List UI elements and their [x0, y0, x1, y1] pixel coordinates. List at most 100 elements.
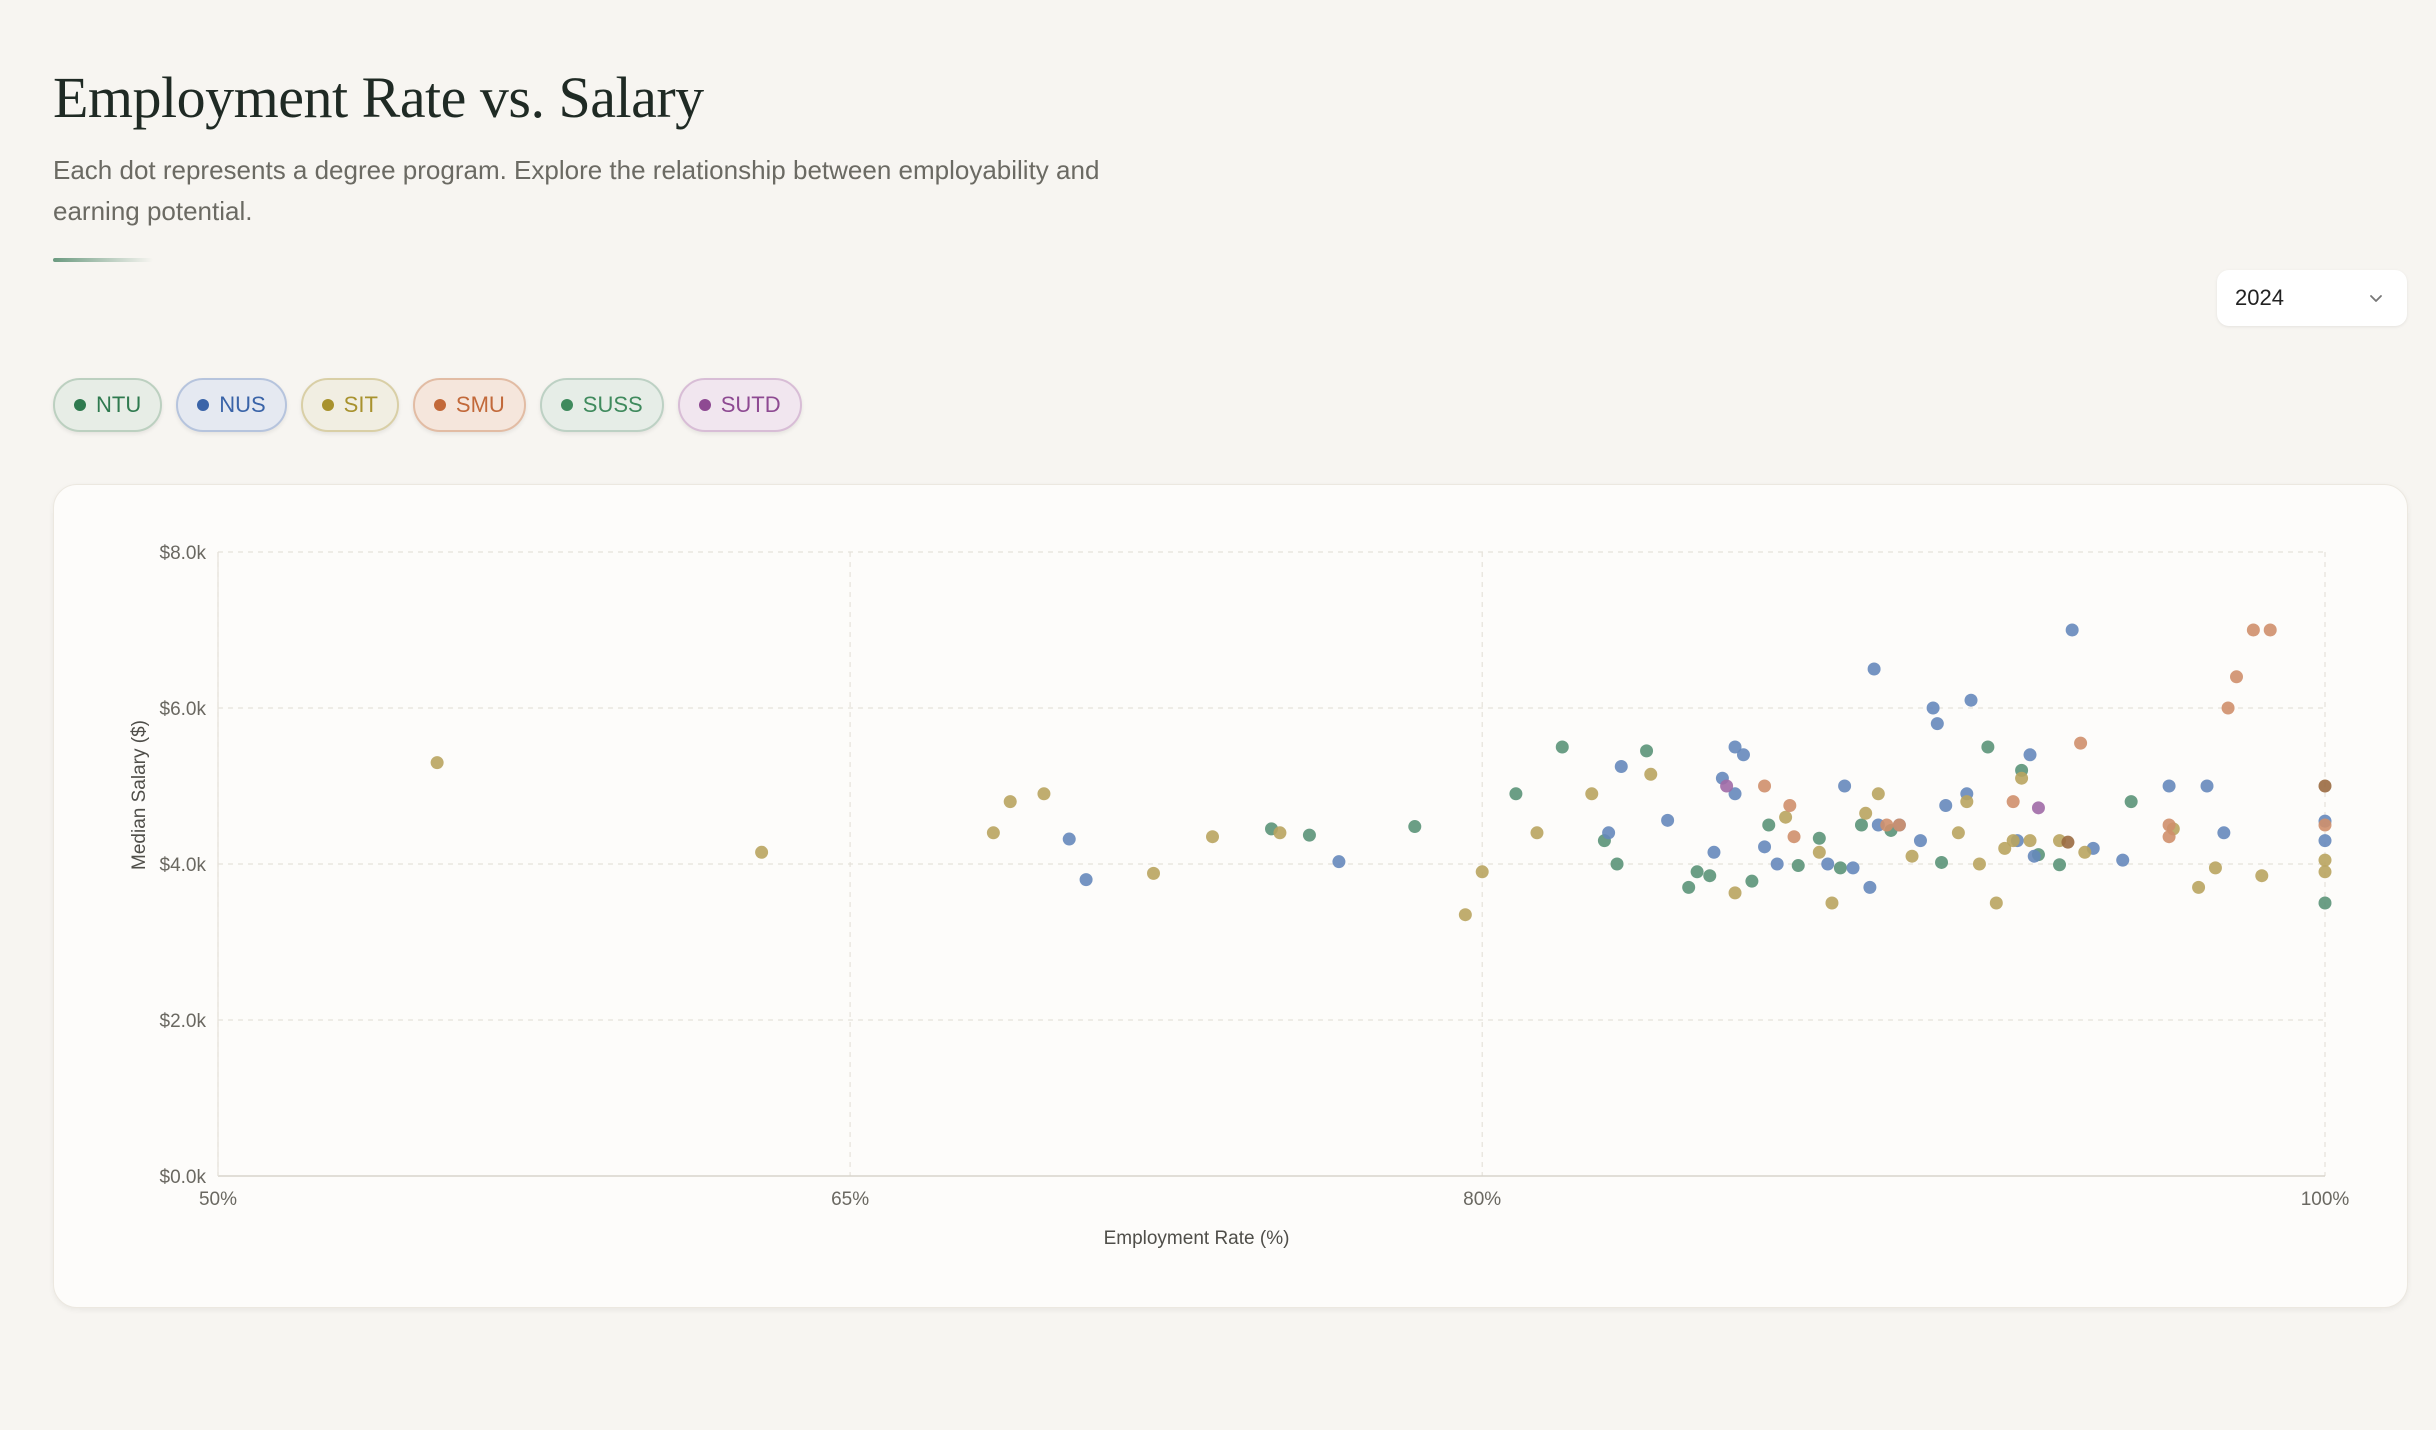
x-tick-label: 100% [2301, 1189, 2350, 1210]
x-tick-label: 80% [1463, 1189, 1501, 1210]
data-point [2006, 834, 2020, 848]
filter-chip-ntu[interactable]: NTU [53, 378, 163, 432]
data-point [1951, 826, 1965, 840]
data-point [2065, 623, 2079, 637]
legend-dot [74, 399, 86, 411]
data-point [1509, 787, 1523, 801]
data-point [1871, 787, 1885, 801]
legend-dot [197, 399, 210, 411]
data-point [430, 756, 444, 770]
data-point [1644, 767, 1658, 781]
data-point [1661, 813, 1675, 827]
filter-chip-sit[interactable]: SIT [300, 378, 399, 432]
chevron-down-icon [2367, 289, 2385, 307]
data-point [1614, 760, 1628, 773]
data-point [1964, 693, 1978, 707]
legend-dot [321, 399, 334, 411]
data-point [1003, 795, 1017, 809]
filter-chip-label: SUSS [582, 392, 643, 417]
data-point [2116, 853, 2130, 867]
data-point [1273, 826, 1287, 840]
x-tick-label: 50% [199, 1189, 237, 1210]
x-tick-label: 65% [831, 1189, 869, 1210]
data-point [1610, 857, 1624, 871]
data-point [1062, 832, 1076, 846]
data-point [2318, 779, 2332, 793]
data-point [1707, 845, 1721, 859]
data-point [1960, 795, 1974, 809]
data-point [1821, 857, 1835, 871]
data-point [1791, 859, 1805, 873]
filter-chip-label: SUTD [720, 392, 781, 417]
year-select[interactable]: 2024 [2217, 270, 2407, 326]
filter-chip-smu[interactable]: SMU [412, 378, 526, 432]
filter-chip-sutd[interactable]: SUTD [677, 378, 802, 432]
year-select-value: 2024 [2235, 285, 2284, 310]
data-point [1770, 857, 1784, 871]
data-point [1859, 806, 1873, 820]
filter-chip-label: NTU [96, 392, 142, 417]
data-point [1332, 855, 1346, 869]
data-point [1206, 830, 1220, 844]
x-axis-title: Employment Rate (%) [1104, 1228, 1290, 1249]
data-point [1812, 831, 1826, 845]
data-point [755, 845, 769, 859]
data-point [2124, 795, 2138, 809]
data-point [2162, 818, 2176, 832]
data-point [2006, 795, 2020, 809]
data-point [2074, 736, 2088, 750]
university-filter-chips: NTU NUS SIT SMU SUSS SUTD [53, 378, 802, 432]
data-point [1736, 748, 1750, 762]
data-point [1981, 740, 1995, 754]
data-point [1147, 866, 1161, 880]
data-point [1602, 826, 1616, 840]
data-point [1690, 865, 1704, 879]
data-point [2031, 801, 2045, 815]
filter-chip-nus[interactable]: NUS [176, 378, 287, 432]
chart-card: $0.0k $2.0k $4.0k $6.0k $8.0k 50% 65% 80% 100% Em… [53, 484, 2408, 1308]
data-point [1302, 828, 1316, 842]
filter-chip-label: SMU [455, 392, 505, 417]
data-point [2318, 865, 2332, 879]
data-point [1892, 818, 1906, 832]
data-point [1475, 865, 1489, 879]
data-point [1585, 787, 1599, 801]
data-point [2217, 826, 2231, 840]
data-point [1703, 869, 1717, 883]
filter-chip-suss[interactable]: SUSS [539, 378, 664, 432]
data-point [1640, 744, 1654, 758]
data-point [1833, 861, 1847, 875]
y-tick-label: $8.0k [160, 543, 207, 564]
data-point [1854, 818, 1868, 832]
data-point [1825, 896, 1839, 910]
y-tick-label: $6.0k [160, 699, 207, 720]
data-point [1458, 908, 1472, 922]
data-point [1846, 861, 1860, 875]
data-point [1787, 830, 1801, 844]
y-axis-title: Median Salary ($) [129, 720, 150, 870]
data-point [1758, 779, 1772, 793]
page-subtitle: Each dot represents a degree program. Ex… [53, 155, 1100, 226]
data-point [1758, 840, 1772, 854]
page: Employment Rate vs. Salary Each dot repr… [0, 0, 2436, 1430]
data-point [2318, 818, 2332, 832]
data-point [1863, 880, 1877, 894]
y-tick-label: $0.0k [160, 1167, 207, 1188]
data-point [1745, 874, 1759, 888]
data-point [2027, 849, 2041, 863]
filter-chip-label: NUS [219, 392, 266, 417]
data-point [1720, 779, 1734, 793]
data-point [2061, 835, 2075, 849]
data-point [1930, 717, 1944, 731]
y-tick-label: $4.0k [160, 855, 207, 876]
data-point [1728, 886, 1742, 900]
data-point [1905, 849, 1919, 863]
data-point [1408, 820, 1422, 834]
data-point [2208, 861, 2222, 875]
data-point [2263, 623, 2277, 637]
data-point [2192, 880, 2206, 894]
data-point [2318, 896, 2332, 910]
legend-dot [698, 399, 711, 411]
data-point [1079, 873, 1093, 887]
data-point [2246, 623, 2260, 637]
